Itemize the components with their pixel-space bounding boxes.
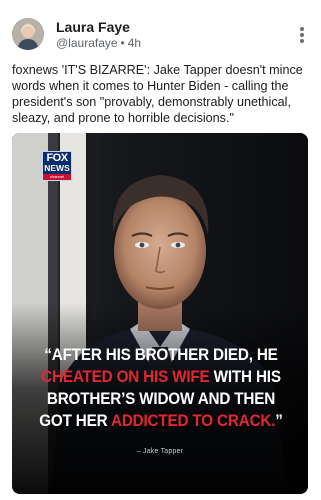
- logo-text-news: NEWS: [44, 163, 70, 173]
- photo-background: [12, 133, 308, 494]
- logo-text-channel: channel: [49, 174, 64, 179]
- more-vertical-icon[interactable]: [293, 24, 311, 46]
- meta-separator: •: [120, 36, 125, 50]
- author-name[interactable]: Laura Faye: [56, 19, 130, 35]
- post-text: foxnews 'IT'S BIZARRE': Jake Tapper does…: [12, 63, 303, 125]
- avatar[interactable]: [12, 18, 44, 50]
- quote-part-3: ”: [275, 411, 283, 430]
- fox-news-logo: FOX NEWS channel: [42, 151, 72, 181]
- post-image[interactable]: FOX NEWS channel “AFTER HIS BROTHER DIED…: [12, 133, 308, 494]
- quote-part-1: “AFTER HIS BROTHER DIED, HE: [44, 345, 278, 364]
- quote-highlight-2: ADDICTED TO CRACK.: [110, 411, 276, 430]
- post-meta: @laurafaye • 4h: [56, 36, 141, 50]
- author-handle[interactable]: @laurafaye: [56, 36, 118, 50]
- post-header: Laura Faye @laurafaye • 4h: [12, 18, 311, 52]
- avatar-image: [12, 18, 44, 50]
- quote-text: “AFTER HIS BROTHER DIED, HE CHEATED ON H…: [39, 344, 284, 432]
- post-card: Laura Faye @laurafaye • 4h foxnews 'IT'S B…: [0, 0, 321, 500]
- quote-attribution: – Jake Tapper: [136, 448, 184, 455]
- quote-highlight-1: CHEATED ON HIS WIFE: [41, 367, 210, 386]
- logo-channel-bar: channel: [43, 174, 71, 180]
- post-time: 4h: [127, 36, 142, 50]
